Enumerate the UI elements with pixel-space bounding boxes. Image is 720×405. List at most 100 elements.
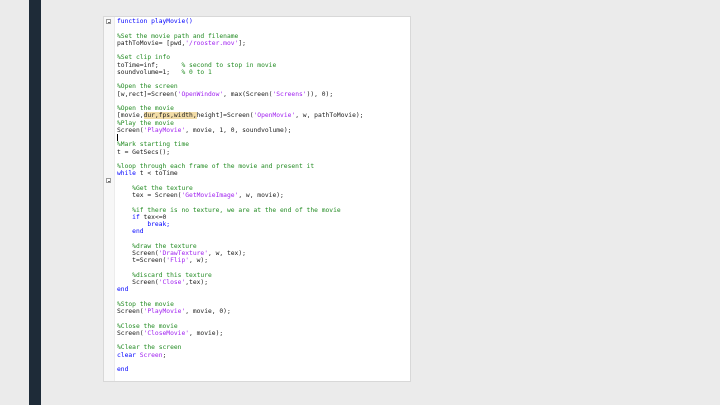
- code-line[interactable]: Screen('PlayMovie', movie, 0);: [117, 308, 408, 315]
- code-line[interactable]: [117, 265, 408, 272]
- code-line[interactable]: [117, 315, 408, 322]
- code-line[interactable]: [117, 47, 408, 54]
- code-token: [movie,: [117, 112, 144, 120]
- code-line[interactable]: [w,rect]=Screen('OpenWindow', max(Screen…: [117, 91, 408, 98]
- code-string: 'PlayMovie': [143, 126, 186, 134]
- code-line[interactable]: t=Screen('Flip', w);: [117, 257, 408, 264]
- code-line[interactable]: [117, 236, 408, 243]
- code-line[interactable]: %Mark starting time: [117, 141, 408, 148]
- code-line[interactable]: %Set clip info: [117, 54, 408, 61]
- code-line[interactable]: %Open the screen: [117, 83, 408, 90]
- code-line[interactable]: Screen('DrawTexture', w, tex);: [117, 250, 408, 257]
- code-token: , movie, 1, 0, soundvolume);: [185, 126, 292, 134]
- code-token: t=Screen(: [117, 257, 167, 265]
- code-line[interactable]: %loop through each frame of the movie an…: [117, 163, 408, 170]
- code-line[interactable]: %discard this texture: [117, 272, 408, 279]
- code-token: [w,rect]=Screen(: [117, 90, 178, 98]
- code-token: pathToMovie= [pwd,: [117, 39, 186, 47]
- code-token: , max(Screen(: [223, 90, 273, 98]
- code-line[interactable]: %draw the texture: [117, 243, 408, 250]
- code-token: soundvolume=1;: [117, 68, 182, 76]
- code-line[interactable]: %Stop the movie: [117, 301, 408, 308]
- code-token: dur,fps,width,: [143, 112, 197, 120]
- code-line[interactable]: [117, 98, 408, 105]
- code-line[interactable]: toTime=inf; % second to stop in movie: [117, 62, 408, 69]
- code-token: )), 0);: [306, 90, 334, 98]
- code-line[interactable]: [117, 25, 408, 32]
- code-token: , movie, 0);: [185, 308, 231, 315]
- code-line[interactable]: pathToMovie= [pwd,'/rooster.mov'];: [117, 40, 408, 47]
- code-token: ;: [162, 351, 167, 359]
- code-string: 'GetMovieImage': [181, 192, 239, 199]
- code-line[interactable]: [117, 76, 408, 83]
- code-line[interactable]: if tex<=0: [117, 214, 408, 221]
- code-string: 'OpenWindow': [177, 90, 224, 98]
- code-line[interactable]: end: [117, 366, 408, 373]
- code-line[interactable]: [movie,dur,fps,width,height]=Screen('Ope…: [117, 112, 408, 120]
- code-line[interactable]: %Set the movie path and filename: [117, 33, 408, 40]
- code-line[interactable]: [117, 294, 408, 301]
- code-line[interactable]: %Get the texture: [117, 185, 408, 192]
- code-line[interactable]: %if there is no texture, we are at the e…: [117, 207, 408, 214]
- code-comment: % second to stop in movie: [181, 61, 277, 69]
- code-line[interactable]: %Play the movie: [117, 120, 408, 127]
- code-token: , w, pathToMovie);: [295, 112, 364, 120]
- code-token: Screen(: [117, 329, 144, 337]
- code-string: '/rooster.mov': [185, 39, 239, 47]
- code-line[interactable]: [117, 359, 408, 366]
- code-comment: % 0 to 1: [181, 68, 212, 76]
- code-string: 'OpenMovie': [253, 112, 296, 120]
- code-token: Screen(: [117, 126, 144, 134]
- code-token: t < toTime: [135, 170, 178, 178]
- code-line[interactable]: end: [117, 286, 408, 293]
- code-line[interactable]: soundvolume=1; % 0 to 1: [117, 69, 408, 76]
- code-token: Screen(: [117, 308, 144, 315]
- code-line[interactable]: %Close the movie: [117, 323, 408, 330]
- code-token: toTime=inf;: [117, 61, 182, 69]
- slide-sidebar-accent: [29, 0, 41, 405]
- code-line[interactable]: t = GetSecs();: [117, 149, 408, 156]
- fold-toggle-icon[interactable]: [106, 178, 111, 183]
- code-line[interactable]: [117, 134, 408, 141]
- code-string: 'Flip': [166, 257, 190, 265]
- code-token: ,tex);: [185, 279, 208, 286]
- code-token: t = GetSecs();: [117, 148, 171, 156]
- code-line[interactable]: end: [117, 228, 408, 235]
- code-line[interactable]: %Open the movie: [117, 105, 408, 112]
- code-token: Screen(: [117, 250, 159, 257]
- code-line[interactable]: while t < toTime: [117, 170, 408, 177]
- code-string: 'Screens': [272, 90, 307, 98]
- code-line[interactable]: [117, 178, 408, 185]
- code-keyword: clear: [117, 351, 136, 359]
- code-token: Screen(: [117, 279, 159, 286]
- code-line[interactable]: [117, 156, 408, 163]
- code-token: , w, movie);: [238, 192, 284, 199]
- code-string: 'PlayMovie': [143, 308, 186, 315]
- code-token: , w);: [189, 257, 209, 265]
- code-line[interactable]: tex = Screen('GetMovieImage', w, movie);: [117, 192, 408, 199]
- code-token: ];: [238, 39, 246, 47]
- code-string: Screen: [139, 351, 163, 359]
- fold-toggle-icon[interactable]: [106, 19, 111, 24]
- code-line[interactable]: %Clear the screen: [117, 344, 408, 351]
- code-token: tex = Screen(: [117, 192, 182, 199]
- code-line[interactable]: Screen('Close',tex);: [117, 279, 408, 286]
- code-line[interactable]: Screen('CloseMovie', movie);: [117, 330, 408, 337]
- code-token: height]=Screen(: [196, 112, 254, 120]
- code-line[interactable]: function playMovie(): [117, 18, 408, 25]
- code-string: 'CloseMovie': [143, 329, 190, 337]
- code-lines[interactable]: function playMovie() %Set the movie path …: [117, 18, 408, 373]
- code-line[interactable]: break;: [117, 221, 408, 228]
- code-token: tex<=0: [139, 213, 167, 221]
- code-editor[interactable]: function playMovie() %Set the movie path …: [103, 16, 411, 382]
- text-cursor: [117, 134, 118, 141]
- code-line[interactable]: clear Screen;: [117, 352, 408, 359]
- code-token: , w, tex);: [208, 250, 246, 257]
- editor-gutter: [104, 17, 115, 381]
- code-line[interactable]: Screen('PlayMovie', movie, 1, 0, soundvo…: [117, 127, 408, 134]
- code-line[interactable]: [117, 199, 408, 206]
- code-keyword: if: [117, 213, 140, 221]
- code-line[interactable]: [117, 337, 408, 344]
- code-string: 'Close': [158, 279, 186, 286]
- code-token: , movie);: [189, 329, 224, 337]
